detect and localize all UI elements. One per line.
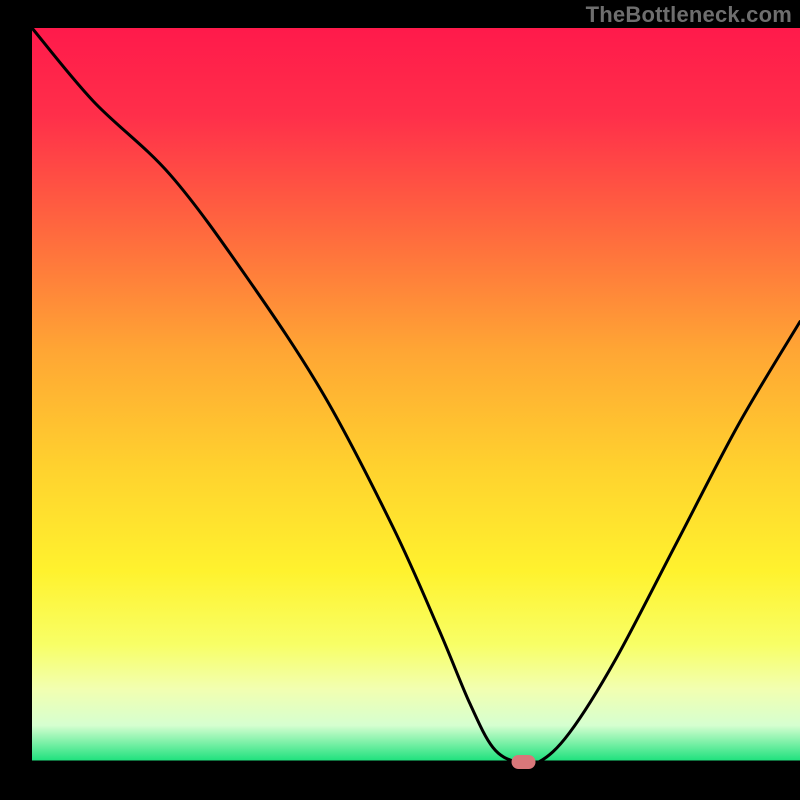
plot-background (32, 28, 800, 762)
bottleneck-chart (0, 0, 800, 800)
chart-root: TheBottleneck.com (0, 0, 800, 800)
optimal-point-marker (512, 755, 536, 769)
watermark-text: TheBottleneck.com (586, 2, 792, 28)
